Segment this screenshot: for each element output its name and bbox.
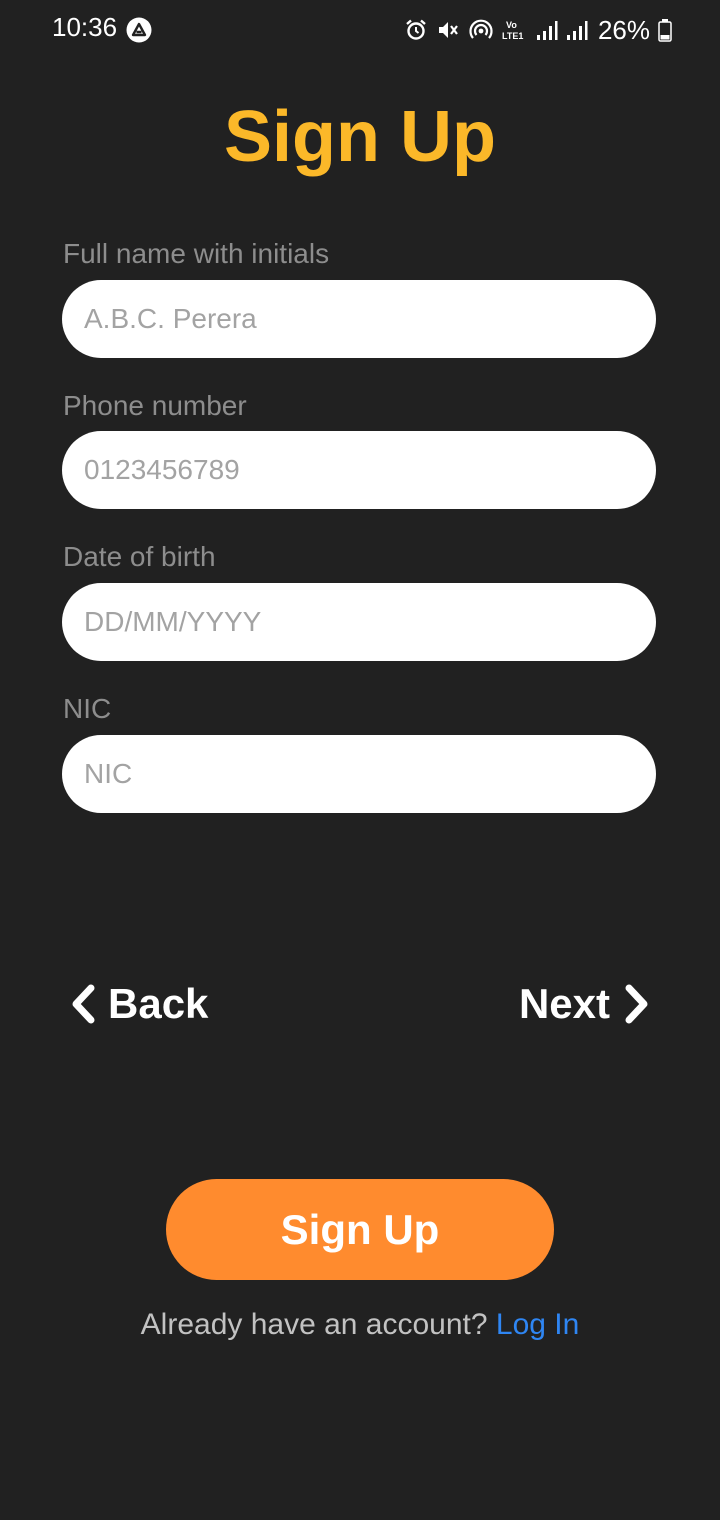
app-notification-icon [126, 17, 152, 43]
signal-icon [536, 21, 558, 40]
phone-number-input[interactable] [62, 431, 656, 509]
battery-level: 26% [597, 14, 650, 45]
chevron-right-icon [625, 984, 648, 1024]
status-time: 10:36 [52, 12, 118, 42]
date-of-birth-input[interactable] [62, 583, 656, 661]
phone-number-label: Phone number [63, 390, 247, 421]
login-prompt-text: Already have an account? [140, 1308, 488, 1341]
back-button[interactable]: Back [68, 976, 208, 1032]
next-label: Next [518, 980, 610, 1027]
signal-icon [566, 21, 588, 40]
svg-text:LTE1: LTE1 [502, 31, 523, 41]
hotspot-icon [469, 19, 493, 39]
svg-text:Vo: Vo [506, 20, 517, 30]
full-name-label: Full name with initials [63, 238, 330, 269]
sign-up-button[interactable]: Sign Up [166, 1179, 554, 1280]
date-of-birth-label: Date of birth [63, 541, 216, 572]
page-title: Sign Up [224, 97, 496, 177]
full-name-input[interactable] [62, 280, 656, 358]
mute-icon [438, 22, 458, 38]
status-icons: Vo LTE1 26% [404, 12, 672, 48]
nic-input[interactable] [62, 735, 656, 813]
back-label: Back [108, 980, 209, 1027]
alarm-icon [406, 19, 426, 40]
status-bar: 10:36 Vo LTE1 26% [0, 0, 720, 60]
nic-label: NIC [63, 693, 112, 724]
chevron-left-icon [72, 984, 95, 1024]
log-in-link[interactable]: Log In [496, 1308, 579, 1341]
volte-icon: Vo LTE1 [502, 20, 523, 41]
login-prompt-row: Already have an account? Log In [0, 1308, 720, 1342]
battery-icon [658, 19, 672, 42]
next-button[interactable]: Next [519, 976, 652, 1032]
